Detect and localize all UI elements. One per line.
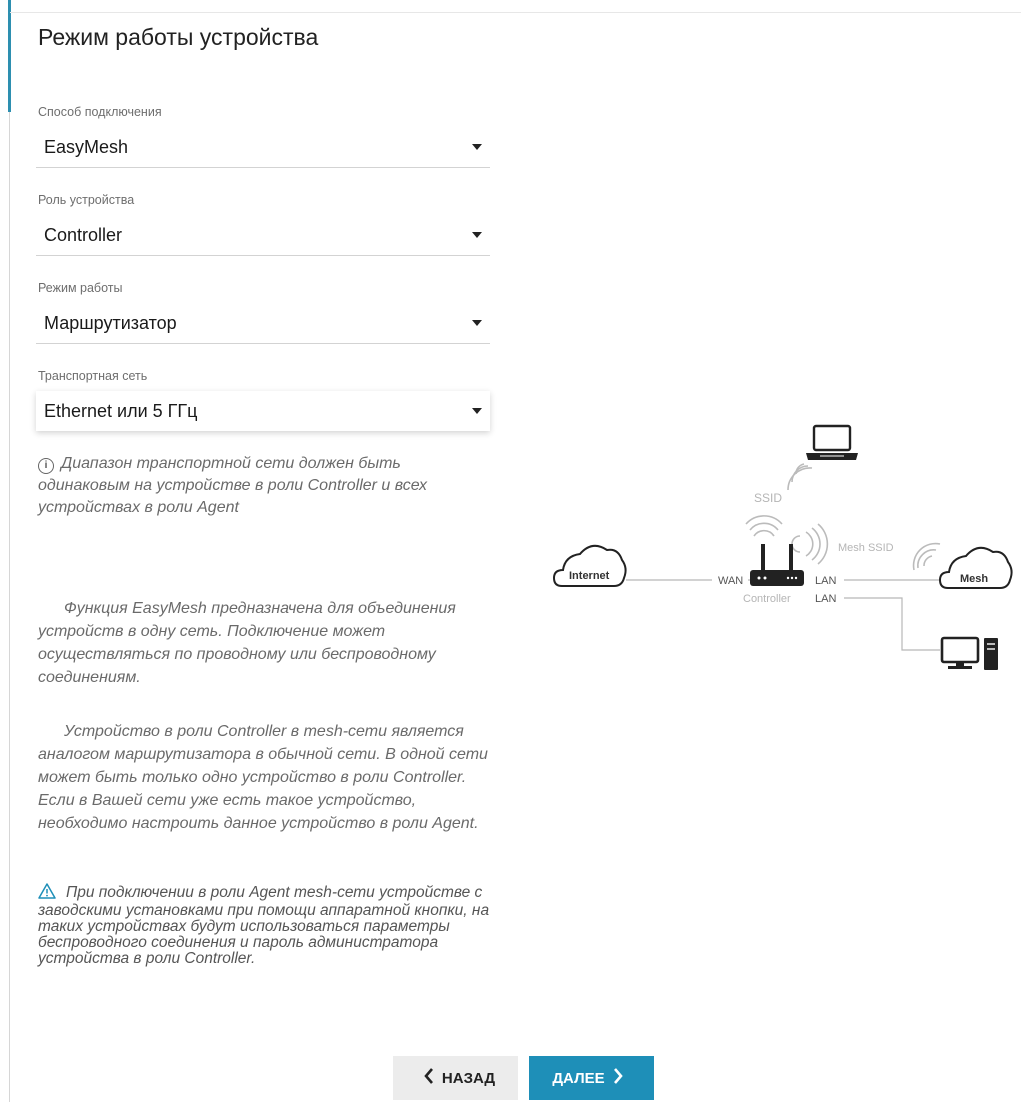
wan-label: WAN [718,575,743,587]
chevron-down-icon [472,144,482,150]
laptop-wifi-icon [787,463,813,491]
chevron-right-icon [613,1068,623,1088]
network-diagram-svg: SSID Controller Internet WAN LAN LAN Mes… [552,424,1013,670]
next-button-label: ДАЛЕЕ [552,1069,605,1087]
chevron-down-icon [472,320,482,326]
controller-label: Controller [743,593,791,605]
internet-label: Internet [569,570,610,582]
mesh-wifi-out-icon [791,523,829,565]
backhaul-field: Транспортная сеть Ethernet или 5 ГГц [36,369,490,431]
connection-type-select[interactable]: EasyMesh [36,127,490,168]
network-diagram: SSID Controller Internet WAN LAN LAN Mes… [552,420,1021,690]
connection-type-label: Способ подключения [38,105,162,119]
active-section-indicator [8,0,11,112]
device-role-select[interactable]: Controller [36,215,490,256]
connection-type-field: Способ подключения EasyMesh [36,105,490,168]
mesh-wifi-in-icon [912,542,941,571]
connection-type-value: EasyMesh [44,137,129,157]
mesh-label: Mesh [960,573,988,585]
left-border [9,0,10,1102]
lan-label-1: LAN [815,575,836,587]
device-role-label: Роль устройства [38,193,135,207]
pc-link [844,597,940,651]
device-role-value: Controller [44,225,123,245]
router-wifi-icon [745,515,783,537]
info-icon: i [38,458,54,474]
lan-label-2: LAN [815,593,836,605]
warning-icon [38,883,56,903]
ssid-label: SSID [754,491,782,505]
device-role-field: Роль устройства Controller [36,193,490,256]
back-button-label: НАЗАД [441,1069,496,1087]
top-divider [10,12,1021,13]
warning-text: При подключении в роли Agent mesh-сети у… [38,884,490,967]
operation-mode-label: Режим работы [38,281,123,295]
page-title: Режим работы устройства [38,24,319,50]
mesh-ssid-label: Mesh SSID [838,542,894,554]
backhaul-label: Транспортная сеть [38,369,148,383]
next-button[interactable]: ДАЛЕЕ [529,1056,654,1100]
chevron-left-icon [424,1068,434,1088]
backhaul-note-text: Диапазон транспортной сети должен быть о… [38,455,427,516]
warning-note: При подключении в роли Agent mesh-сети у… [38,883,516,967]
operation-mode-select[interactable]: Маршрутизатор [36,303,490,344]
backhaul-note: i Диапазон транспортной сети должен быть … [38,453,468,519]
operation-mode-value: Маршрутизатор [44,313,177,333]
description-paragraph-1: Функция EasyMesh предназначена для объед… [38,600,456,686]
backhaul-value: Ethernet или 5 ГГц [44,401,198,421]
desktop-computer-icon [940,636,998,670]
chevron-down-icon [472,232,482,238]
chevron-down-icon [472,408,482,414]
back-button[interactable]: НАЗАД [393,1056,518,1100]
description-paragraph-2: Устройство в роли Controller в mesh-сети… [38,723,488,832]
operation-mode-field: Режим работы Маршрутизатор [36,281,490,344]
laptop-icon [806,424,858,460]
backhaul-select[interactable]: Ethernet или 5 ГГц [36,391,490,431]
